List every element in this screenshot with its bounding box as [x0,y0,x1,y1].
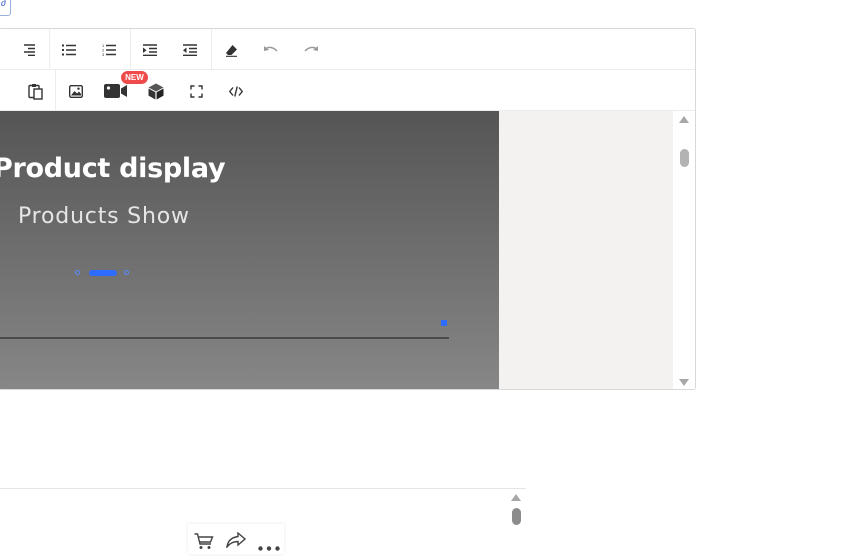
banner-subtitle: Products Show [18,204,190,229]
fullscreen-icon [189,84,203,98]
indent-decrease-button[interactable] [179,39,201,61]
link-icon[interactable]: ∂ [0,0,11,16]
indent-decrease-icon [183,44,197,56]
resize-handle[interactable] [441,320,447,326]
indent-increase-button[interactable] [139,39,161,61]
action-bar [188,524,284,554]
toolbar-separator [55,70,56,110]
new-badge: NEW [121,71,148,84]
video-icon [104,84,127,98]
toolbar-separator [49,29,50,69]
preview-panel [0,488,526,558]
scroll-down-arrow-icon[interactable] [679,379,689,386]
paste-button[interactable] [25,80,47,102]
editor-scrollbar[interactable] [673,111,695,389]
numbered-list-icon: 123 [102,44,116,56]
scroll-up-arrow-icon[interactable] [511,494,521,501]
eraser-icon [225,44,237,57]
undo-button[interactable] [260,39,282,61]
code-icon [229,85,243,97]
align-right-button[interactable] [18,39,40,61]
indent-increase-icon [143,44,157,56]
image-icon [69,84,83,98]
rich-text-editor: 123 NEW Product display Products Show [0,28,696,390]
numbered-list-button[interactable]: 123 [98,39,120,61]
cart-icon[interactable] [194,532,214,555]
clear-format-button[interactable] [220,39,242,61]
editor-content[interactable]: Product display Products Show [0,111,695,389]
scrollbar-thumb[interactable] [680,149,689,167]
redo-icon [304,46,318,52]
share-icon[interactable] [226,531,247,553]
bullet-list-icon [62,44,76,56]
toolbar-row-2: NEW [0,70,695,111]
more-icon[interactable] [258,538,280,556]
bullet-list-button[interactable] [58,39,80,61]
banner-divider [0,337,449,339]
toolbar-separator [130,29,131,69]
cube-icon [148,83,164,99]
carousel-dot[interactable] [75,270,80,275]
carousel-dot-active[interactable] [89,270,117,276]
scrollbar-thumb[interactable] [512,508,521,525]
toolbar-separator [211,29,212,69]
insert-3d-button[interactable] [145,80,167,102]
toolbar-row-1: 123 [0,29,695,70]
svg-text:3: 3 [102,52,105,56]
product-banner: Product display Products Show [0,111,499,389]
undo-icon [264,46,278,52]
source-code-button[interactable] [225,80,247,102]
fullscreen-button[interactable] [185,80,207,102]
preview-scrollbar[interactable] [508,489,524,559]
align-right-icon [24,44,35,56]
scroll-up-arrow-icon[interactable] [679,116,689,123]
insert-image-button[interactable] [65,80,87,102]
banner-title: Product display [0,153,226,184]
carousel-dot[interactable] [124,270,129,275]
paste-icon [28,83,43,100]
redo-button[interactable] [300,39,322,61]
